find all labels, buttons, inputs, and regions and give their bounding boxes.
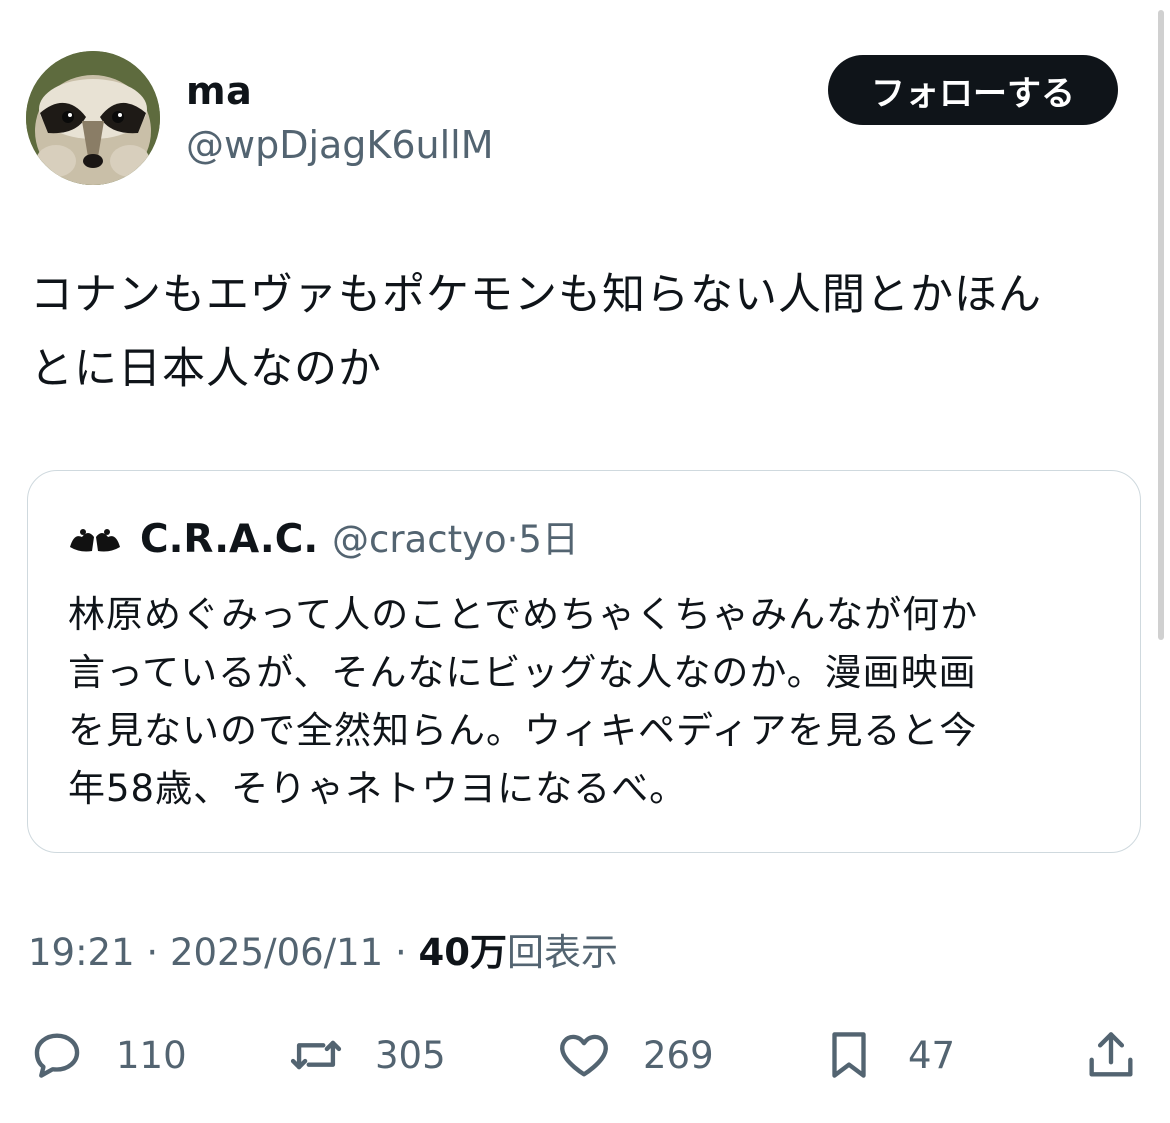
views-count: 40万 bbox=[418, 931, 508, 974]
bookmark-icon bbox=[832, 1032, 866, 1078]
author-display-name[interactable]: ma bbox=[186, 64, 252, 118]
reply-icon bbox=[34, 1033, 80, 1078]
quoted-tweet-card[interactable]: C.R.A.C. @cractyo·5日 林原めぐみって人のことでめちゃくちゃみ… bbox=[27, 470, 1141, 853]
tweet-text: コナンもエヴァもポケモンも知らない人間とかほん とに日本人なのか bbox=[30, 258, 1140, 406]
meta-separator: · bbox=[146, 931, 159, 974]
bookmark-count: 47 bbox=[908, 1033, 956, 1077]
reply-count: 110 bbox=[116, 1033, 187, 1077]
action-bar: 110 305 269 47 bbox=[0, 1020, 1170, 1090]
tweet-text-line: とに日本人なのか bbox=[30, 344, 382, 394]
heart-icon bbox=[560, 1034, 608, 1077]
share-button[interactable] bbox=[1082, 1020, 1140, 1090]
tweet-time[interactable]: 19:21 bbox=[28, 931, 135, 974]
quote-separator: · bbox=[506, 518, 519, 561]
retweet-icon bbox=[290, 1040, 342, 1070]
quote-author-meta: @cractyo·5日 bbox=[332, 515, 579, 565]
retweet-count: 305 bbox=[375, 1033, 446, 1077]
like-button[interactable]: 269 bbox=[555, 1020, 714, 1090]
tweet-text-line: コナンもエヴァもポケモンも知らない人間とかほん bbox=[30, 270, 1042, 320]
tweet-meta: 19:21 · 2025/06/11 · 40万回表示 bbox=[28, 926, 618, 980]
quote-text-line: を見ないので全然知らん。ウィキペディアを見ると今 bbox=[68, 709, 978, 752]
retweet-button[interactable]: 305 bbox=[287, 1020, 446, 1090]
crac-logo-icon bbox=[67, 512, 123, 568]
views-label: 回表示 bbox=[507, 931, 618, 974]
bookmark-button[interactable]: 47 bbox=[820, 1020, 955, 1090]
quote-text-line: 林原めぐみって人のことでめちゃくちゃみんなが何か bbox=[68, 593, 979, 636]
reply-button[interactable]: 110 bbox=[28, 1020, 187, 1090]
meta-separator: · bbox=[394, 931, 407, 974]
tweet-detail: ma @wpDjagK6ullM フォローする コナンもエヴァもポケモンも知らな… bbox=[0, 0, 1170, 1123]
like-count: 269 bbox=[643, 1033, 714, 1077]
quote-author-name: C.R.A.C. bbox=[140, 517, 319, 562]
quote-author-handle: @cractyo bbox=[332, 518, 507, 561]
raccoon-avatar-image bbox=[26, 51, 160, 185]
author-handle[interactable]: @wpDjagK6ullM bbox=[186, 120, 494, 170]
tweet-date[interactable]: 2025/06/11 bbox=[170, 931, 383, 974]
quote-age: 5日 bbox=[518, 518, 579, 561]
quote-text-line: 年58歳、そりゃネトウヨになるべ。 bbox=[68, 767, 688, 810]
quote-text-line: 言っているが、そんなにビッグな人なのか。漫画映画 bbox=[68, 651, 977, 694]
author-avatar[interactable] bbox=[26, 51, 160, 185]
quote-text: 林原めぐみって人のことでめちゃくちゃみんなが何か 言っているが、そんなにビッグな… bbox=[68, 586, 1118, 818]
share-icon bbox=[1089, 1032, 1133, 1077]
scrollbar[interactable] bbox=[1158, 10, 1164, 640]
follow-button[interactable]: フォローする bbox=[828, 55, 1118, 125]
